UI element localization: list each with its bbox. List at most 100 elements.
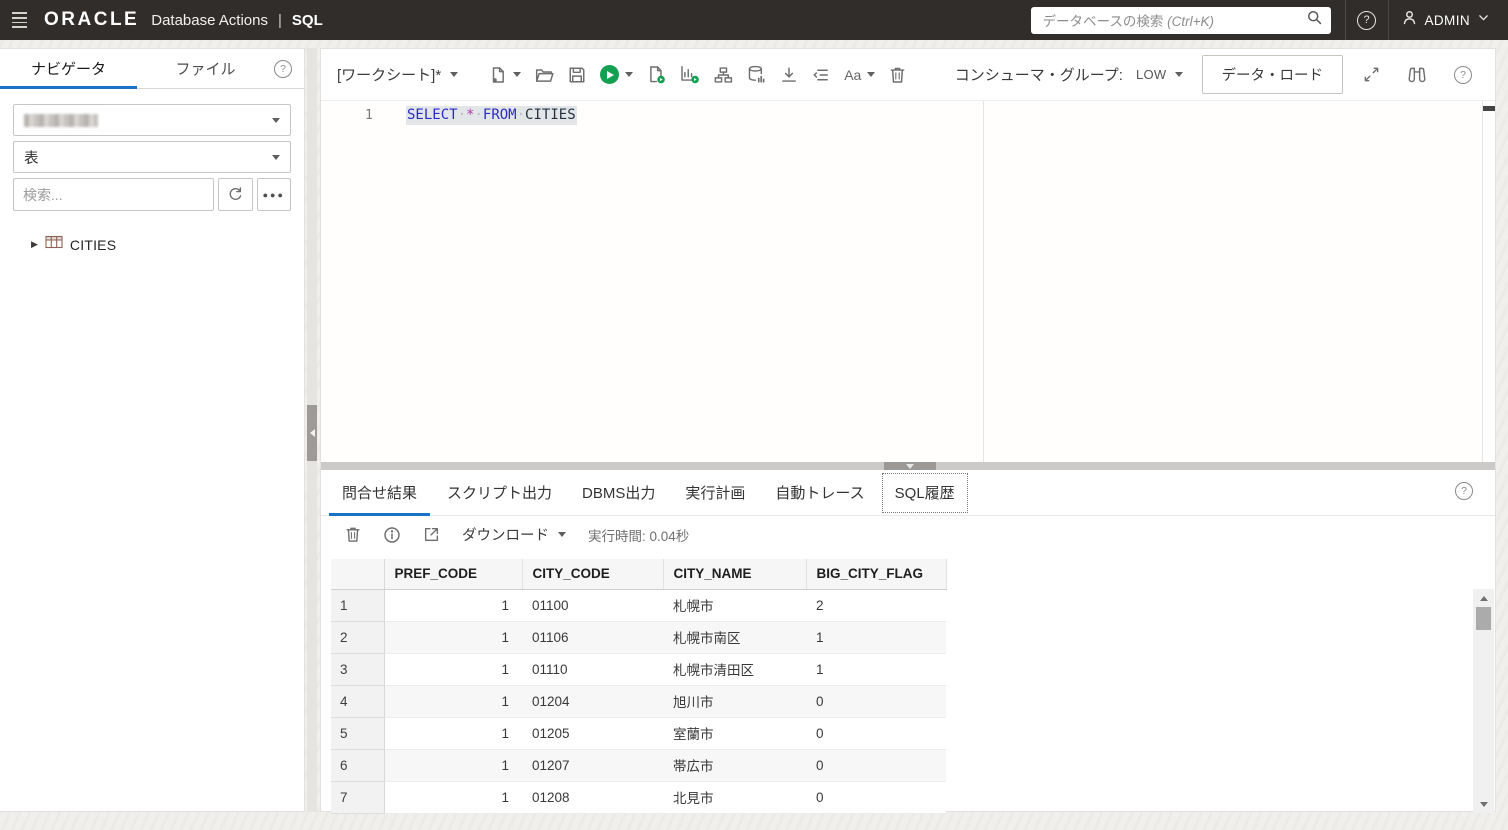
column-header-city-name[interactable]: CITY_NAME	[663, 559, 807, 590]
grid-cell[interactable]: 01106	[522, 621, 663, 654]
column-header-city-code[interactable]: CITY_CODE	[522, 559, 664, 590]
tab-navigator[interactable]: ナビゲータ	[0, 49, 137, 89]
results-splitter-handle[interactable]	[884, 462, 936, 470]
grid-cell[interactable]: 札幌市	[663, 589, 806, 622]
grid-cell[interactable]: 帯広市	[663, 749, 806, 782]
table-row[interactable]: 7 1 01208 北見市 0	[331, 781, 946, 814]
grid-cell[interactable]: 1	[806, 621, 946, 654]
sidebar-splitter[interactable]	[307, 48, 317, 812]
grid-cell[interactable]: 01100	[522, 589, 663, 622]
grid-cell[interactable]: 01208	[522, 781, 663, 814]
grid-cell[interactable]: 旭川市	[663, 685, 806, 718]
table-row[interactable]: 1 1 01100 札幌市 2	[331, 589, 946, 622]
scroll-down-button[interactable]	[1473, 797, 1494, 811]
clear-results-button[interactable]	[345, 526, 361, 543]
sidebar-splitter-handle[interactable]	[307, 405, 317, 461]
table-row[interactable]: 3 1 01110 札幌市清田区 1	[331, 653, 946, 686]
data-load-button[interactable]: データ・ロード	[1201, 55, 1343, 94]
tree-item-cities[interactable]: ▶ CITIES	[31, 235, 291, 254]
hamburger-menu-icon[interactable]	[0, 0, 38, 40]
grid-cell[interactable]: 01204	[522, 685, 663, 718]
object-type-select[interactable]: 表	[13, 141, 291, 173]
tab-query-result[interactable]: 問合せ結果	[327, 471, 432, 516]
run-statement-button[interactable]	[600, 61, 634, 89]
column-header-big-city-flag[interactable]: BIG_CITY_FLAG	[806, 559, 947, 590]
refresh-button[interactable]	[218, 178, 253, 211]
clear-worksheet-button[interactable]	[889, 61, 906, 89]
search-icon[interactable]	[1306, 9, 1323, 31]
table-row[interactable]: 5 1 01205 室蘭市 0	[331, 717, 946, 750]
grid-cell[interactable]: 1	[384, 653, 522, 686]
grid-scrollbar-thumb[interactable]	[1476, 607, 1491, 630]
column-header-pref-code[interactable]: PREF_CODE	[384, 559, 523, 590]
scroll-up-button[interactable]	[1473, 591, 1494, 605]
grid-vertical-scrollbar[interactable]	[1473, 589, 1494, 813]
chevron-down-icon[interactable]	[867, 72, 876, 77]
expand-triangle-icon[interactable]: ▶	[31, 239, 38, 250]
grid-cell[interactable]: 室蘭市	[663, 717, 806, 750]
tab-sql-history[interactable]: SQL履歴	[880, 471, 970, 515]
row-number-cell[interactable]: 1	[331, 589, 385, 622]
grid-cell[interactable]: 1	[384, 621, 522, 654]
user-menu[interactable]: ADMIN	[1389, 0, 1508, 40]
grid-cell[interactable]: 01110	[522, 653, 663, 686]
grid-cell[interactable]: 0	[806, 781, 946, 814]
grid-cell[interactable]: 01207	[522, 749, 663, 782]
header-help-button[interactable]: ?	[1346, 0, 1388, 40]
worksheet-dropdown[interactable]: [ワークシート]*	[337, 64, 459, 85]
database-search-input[interactable]: データベースの検索 (Ctrl+K)	[1030, 6, 1331, 34]
grid-cell[interactable]: 0	[806, 685, 946, 718]
tab-dbms-output[interactable]: DBMS出力	[567, 471, 670, 515]
grid-cell[interactable]: 2	[806, 589, 946, 622]
editor-scrollbar[interactable]	[1482, 101, 1495, 462]
consumer-group-select[interactable]: LOW	[1136, 67, 1183, 82]
row-number-cell[interactable]: 7	[331, 781, 385, 814]
table-row[interactable]: 2 1 01106 札幌市南区 1	[331, 621, 946, 654]
grid-cell[interactable]: 0	[806, 717, 946, 750]
results-splitter[interactable]	[321, 462, 1495, 470]
database-advanced-button[interactable]	[747, 61, 766, 89]
row-number-cell[interactable]: 6	[331, 749, 385, 782]
font-size-button[interactable]: Aa	[844, 61, 876, 89]
chevron-down-icon[interactable]	[513, 72, 522, 77]
grid-cell[interactable]: 1	[384, 749, 522, 782]
table-row[interactable]: 4 1 01204 旭川市 0	[331, 685, 946, 718]
more-options-button[interactable]: ●●●	[256, 178, 291, 211]
schema-select[interactable]	[13, 104, 291, 136]
worksheet-help-button[interactable]: ?	[1454, 61, 1472, 89]
grid-cell[interactable]: 1	[384, 589, 522, 622]
run-script-button[interactable]	[647, 61, 666, 89]
grid-cell[interactable]: 1	[384, 685, 522, 718]
download-tray-button[interactable]	[780, 61, 798, 89]
row-number-header[interactable]	[331, 559, 385, 590]
grid-cell[interactable]: 0	[806, 749, 946, 782]
row-number-cell[interactable]: 3	[331, 653, 385, 686]
row-number-cell[interactable]: 4	[331, 685, 385, 718]
tab-autotrace[interactable]: 自動トレース	[760, 471, 879, 515]
sidebar-help-button[interactable]: ?	[274, 59, 292, 78]
open-file-button[interactable]	[535, 61, 554, 89]
tab-files[interactable]: ファイル	[137, 49, 274, 88]
info-button[interactable]	[383, 526, 401, 544]
grid-cell[interactable]: 01205	[522, 717, 663, 750]
navigator-search-input[interactable]	[13, 178, 214, 211]
row-number-cell[interactable]: 5	[331, 717, 385, 750]
download-dropdown[interactable]: ダウンロード	[462, 524, 566, 545]
grid-cell[interactable]: 1	[806, 653, 946, 686]
explain-plan-button[interactable]	[714, 61, 733, 89]
tab-script-output[interactable]: スクリプト出力	[432, 471, 567, 515]
format-code-button[interactable]	[812, 61, 830, 89]
open-in-new-button[interactable]	[423, 526, 440, 543]
grid-cell[interactable]: 札幌市南区	[663, 621, 806, 654]
binoculars-find-button[interactable]	[1407, 61, 1427, 89]
row-number-cell[interactable]: 2	[331, 621, 385, 654]
sql-editor[interactable]: 1 SELECT·*·FROM·CITIES	[321, 101, 1495, 462]
tab-explain-plan[interactable]: 実行計画	[670, 471, 760, 515]
grid-cell[interactable]: 札幌市清田区	[663, 653, 806, 686]
grid-cell[interactable]: 1	[384, 781, 522, 814]
expand-panel-button[interactable]	[1363, 61, 1380, 89]
chevron-down-icon[interactable]	[625, 72, 634, 77]
results-help-button[interactable]: ?	[1455, 482, 1473, 500]
table-row[interactable]: 6 1 01207 帯広市 0	[331, 749, 946, 782]
autotrace-chart-button[interactable]	[680, 61, 700, 89]
